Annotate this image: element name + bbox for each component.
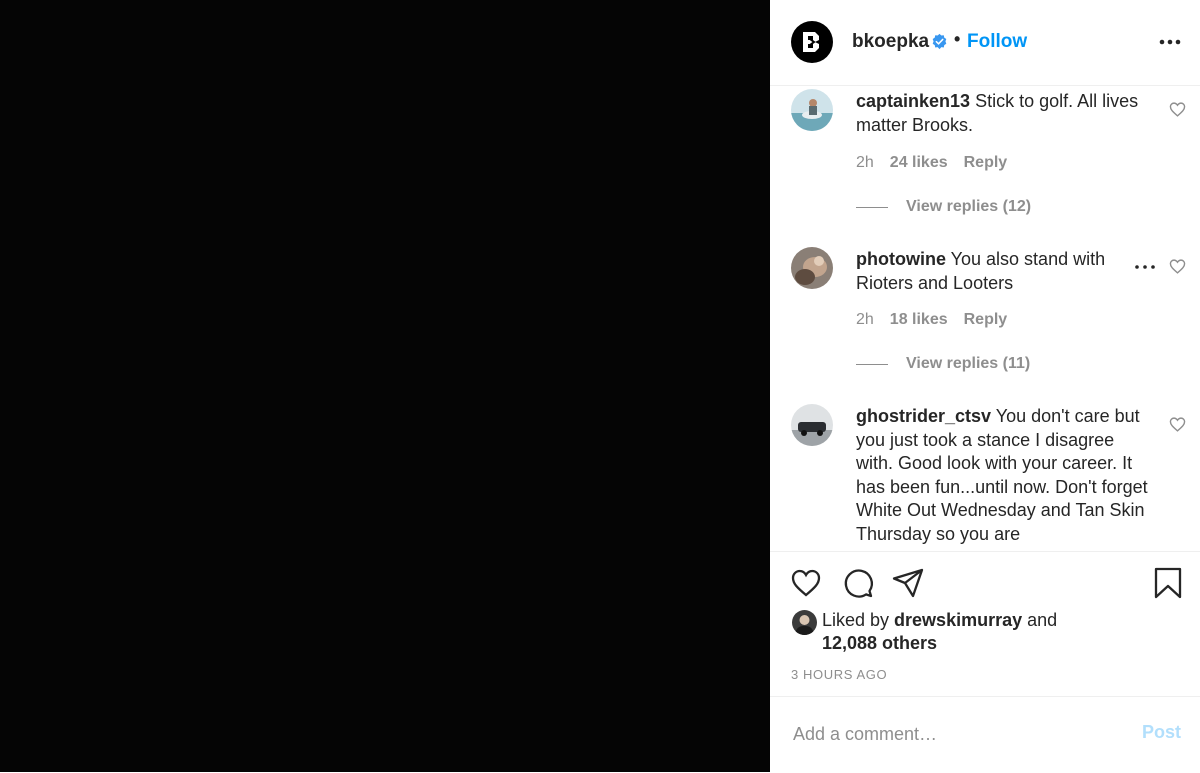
separator-dot: • (954, 29, 961, 49)
reply-button[interactable]: Reply (964, 154, 1008, 171)
view-replies-button[interactable]: View replies (11) (856, 355, 1030, 373)
commenter-avatar[interactable] (791, 247, 833, 289)
replies-divider-line (856, 206, 888, 208)
comment-meta: 2h 18 likes Reply (856, 311, 1023, 329)
comment-options-icon[interactable] (1134, 262, 1156, 272)
comment-username[interactable]: captainken13 (856, 91, 970, 111)
bookmark-icon[interactable] (1151, 566, 1185, 600)
comment-meta: 2h 24 likes Reply (856, 154, 1023, 172)
commenter-avatar[interactable] (791, 89, 833, 131)
view-replies-label: View replies (12) (906, 198, 1032, 215)
comment-username[interactable]: ghostrider_ctsv (856, 406, 991, 426)
comment-icon[interactable] (841, 566, 875, 600)
verified-badge-icon (932, 33, 947, 50)
actions-divider (770, 551, 1200, 553)
comment-text: captainken13 Stick to golf. All lives ma… (856, 90, 1156, 137)
reply-button[interactable]: Reply (964, 311, 1008, 328)
replies-divider-line (856, 363, 888, 365)
post-header: bkoepka • Follow (770, 0, 1200, 86)
comment-time[interactable]: 2h (856, 311, 874, 328)
post-comment-button[interactable]: Post (1142, 722, 1181, 743)
liked-by-others[interactable]: 12,088 others (822, 633, 937, 653)
more-options-icon[interactable] (1158, 32, 1182, 52)
comment-input[interactable] (791, 719, 1125, 749)
post-author-username[interactable]: bkoepka (852, 31, 929, 53)
like-comment-heart-icon[interactable] (1169, 416, 1186, 433)
post-side-panel: bkoepka • Follow captainken13 Stick to g… (770, 0, 1200, 772)
liked-by-text: Liked by drewskimurray and 12,088 others (792, 609, 1057, 655)
like-comment-heart-icon[interactable] (1169, 101, 1186, 118)
comment-text: ghostrider_ctsv You don't care but you j… (856, 405, 1156, 546)
comment-username[interactable]: photowine (856, 249, 946, 269)
post-media[interactable] (0, 0, 770, 772)
comment-text: photowine You also stand with Rioters an… (856, 248, 1126, 295)
comment-likes[interactable]: 18 likes (890, 311, 948, 328)
liked-by-prefix: Liked by (822, 610, 895, 630)
post-timestamp[interactable]: 3 HOURS AGO (791, 667, 887, 682)
comment-time[interactable]: 2h (856, 154, 874, 171)
commenter-avatar[interactable] (791, 404, 833, 446)
comment-body: You don't care but you just took a stanc… (856, 406, 1148, 544)
view-replies-button[interactable]: View replies (12) (856, 198, 1031, 216)
brand-logo-icon (803, 32, 819, 52)
follow-button[interactable]: Follow (967, 31, 1027, 53)
like-comment-heart-icon[interactable] (1169, 258, 1186, 275)
share-icon[interactable] (891, 566, 925, 600)
view-replies-label: View replies (11) (906, 355, 1031, 372)
heart-icon[interactable] (789, 566, 823, 600)
add-comment-bar: Post (770, 696, 1200, 773)
comment-likes[interactable]: 24 likes (890, 154, 948, 171)
liked-by-suffix: and (1022, 610, 1058, 630)
profile-avatar[interactable] (791, 21, 833, 63)
liked-by-user[interactable]: drewskimurray (894, 610, 1022, 630)
